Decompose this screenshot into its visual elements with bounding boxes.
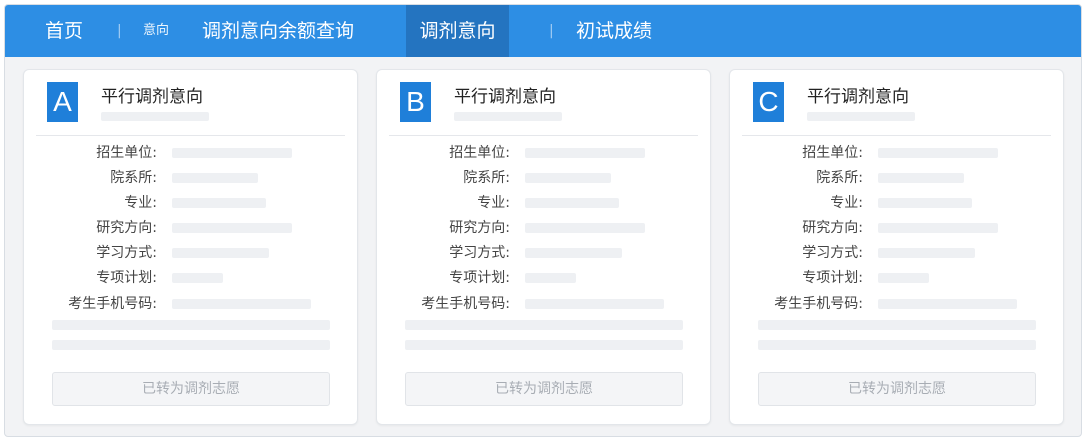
text-placeholder — [758, 340, 1036, 350]
direction-value-placeholder — [172, 223, 292, 233]
page-frame: 首页 | 意向 调剂意向余额查询 调剂意向 | 初试成绩 A 平行调剂意向 招生… — [4, 4, 1082, 437]
card-letter-badge: B — [400, 82, 431, 122]
department-value-placeholder — [878, 173, 964, 183]
direction-value-placeholder — [525, 223, 645, 233]
direction-label: 研究方向: — [96, 220, 157, 236]
nav-preliminary-score-link[interactable]: 初试成绩 — [576, 5, 652, 57]
nav-balance-query-link[interactable]: 调剂意向余额查询 — [202, 5, 354, 57]
direction-label: 研究方向: — [802, 220, 863, 236]
nav-home-link[interactable]: 首页 — [45, 5, 83, 57]
nav-intent-link[interactable]: 意向 — [143, 5, 169, 57]
phone-label: 考生手机号码: — [421, 296, 510, 312]
major-value-placeholder — [172, 198, 266, 208]
unit-label: 招生单位: — [802, 145, 863, 161]
title-placeholder — [807, 112, 915, 121]
intent-card-a: A 平行调剂意向 招生单位: 院系所: 专业: 研究方向: 学习方式: 专项计划… — [23, 69, 358, 425]
title-placeholder — [101, 112, 209, 121]
department-value-placeholder — [525, 173, 611, 183]
direction-value-placeholder — [878, 223, 998, 233]
unit-value-placeholder — [878, 148, 998, 158]
converted-to-volunteer-button[interactable]: 已转为调剂志愿 — [52, 372, 330, 406]
study-mode-value-placeholder — [172, 248, 269, 258]
nav-adjust-intent-tab[interactable]: 调剂意向 — [406, 5, 509, 57]
special-plan-label: 专项计划: — [449, 270, 510, 286]
intent-card-c: C 平行调剂意向 招生单位: 院系所: 专业: 研究方向: 学习方式: 专项计划… — [729, 69, 1064, 425]
title-placeholder — [454, 112, 562, 121]
department-value-placeholder — [172, 173, 258, 183]
major-label: 专业: — [124, 195, 157, 211]
intent-card-b: B 平行调剂意向 招生单位: 院系所: 专业: 研究方向: 学习方式: 专项计划… — [376, 69, 711, 425]
unit-label: 招生单位: — [96, 145, 157, 161]
special-plan-value-placeholder — [172, 273, 223, 283]
study-mode-label: 学习方式: — [96, 245, 157, 261]
study-mode-value-placeholder — [525, 248, 622, 258]
special-plan-value-placeholder — [878, 273, 929, 283]
study-mode-label: 学习方式: — [449, 245, 510, 261]
department-label: 院系所: — [463, 170, 510, 186]
text-placeholder — [405, 320, 683, 330]
text-placeholder — [52, 340, 330, 350]
converted-to-volunteer-button[interactable]: 已转为调剂志愿 — [758, 372, 1036, 406]
card-title: 平行调剂意向 — [101, 87, 203, 107]
phone-label: 考生手机号码: — [774, 296, 863, 312]
unit-value-placeholder — [525, 148, 645, 158]
department-label: 院系所: — [110, 170, 157, 186]
special-plan-value-placeholder — [525, 273, 576, 283]
unit-label: 招生单位: — [449, 145, 510, 161]
text-placeholder — [758, 320, 1036, 330]
nav-separator: | — [549, 23, 554, 39]
major-label: 专业: — [830, 195, 863, 211]
converted-to-volunteer-button[interactable]: 已转为调剂志愿 — [405, 372, 683, 406]
card-letter-badge: C — [753, 82, 784, 122]
phone-value-placeholder — [172, 299, 311, 309]
divider — [36, 135, 345, 136]
card-letter-badge: A — [47, 82, 78, 122]
card-title: 平行调剂意向 — [807, 87, 909, 107]
major-value-placeholder — [525, 198, 619, 208]
unit-value-placeholder — [172, 148, 292, 158]
phone-value-placeholder — [878, 299, 1017, 309]
divider — [389, 135, 698, 136]
text-placeholder — [405, 340, 683, 350]
nav-separator: | — [117, 23, 122, 39]
direction-label: 研究方向: — [449, 220, 510, 236]
card-title: 平行调剂意向 — [454, 87, 556, 107]
phone-value-placeholder — [525, 299, 664, 309]
study-mode-value-placeholder — [878, 248, 975, 258]
department-label: 院系所: — [816, 170, 863, 186]
divider — [742, 135, 1051, 136]
major-label: 专业: — [477, 195, 510, 211]
top-nav: 首页 | 意向 调剂意向余额查询 调剂意向 | 初试成绩 — [5, 5, 1081, 57]
study-mode-label: 学习方式: — [802, 245, 863, 261]
major-value-placeholder — [878, 198, 972, 208]
text-placeholder — [52, 320, 330, 330]
phone-label: 考生手机号码: — [68, 296, 157, 312]
special-plan-label: 专项计划: — [802, 270, 863, 286]
special-plan-label: 专项计划: — [96, 270, 157, 286]
